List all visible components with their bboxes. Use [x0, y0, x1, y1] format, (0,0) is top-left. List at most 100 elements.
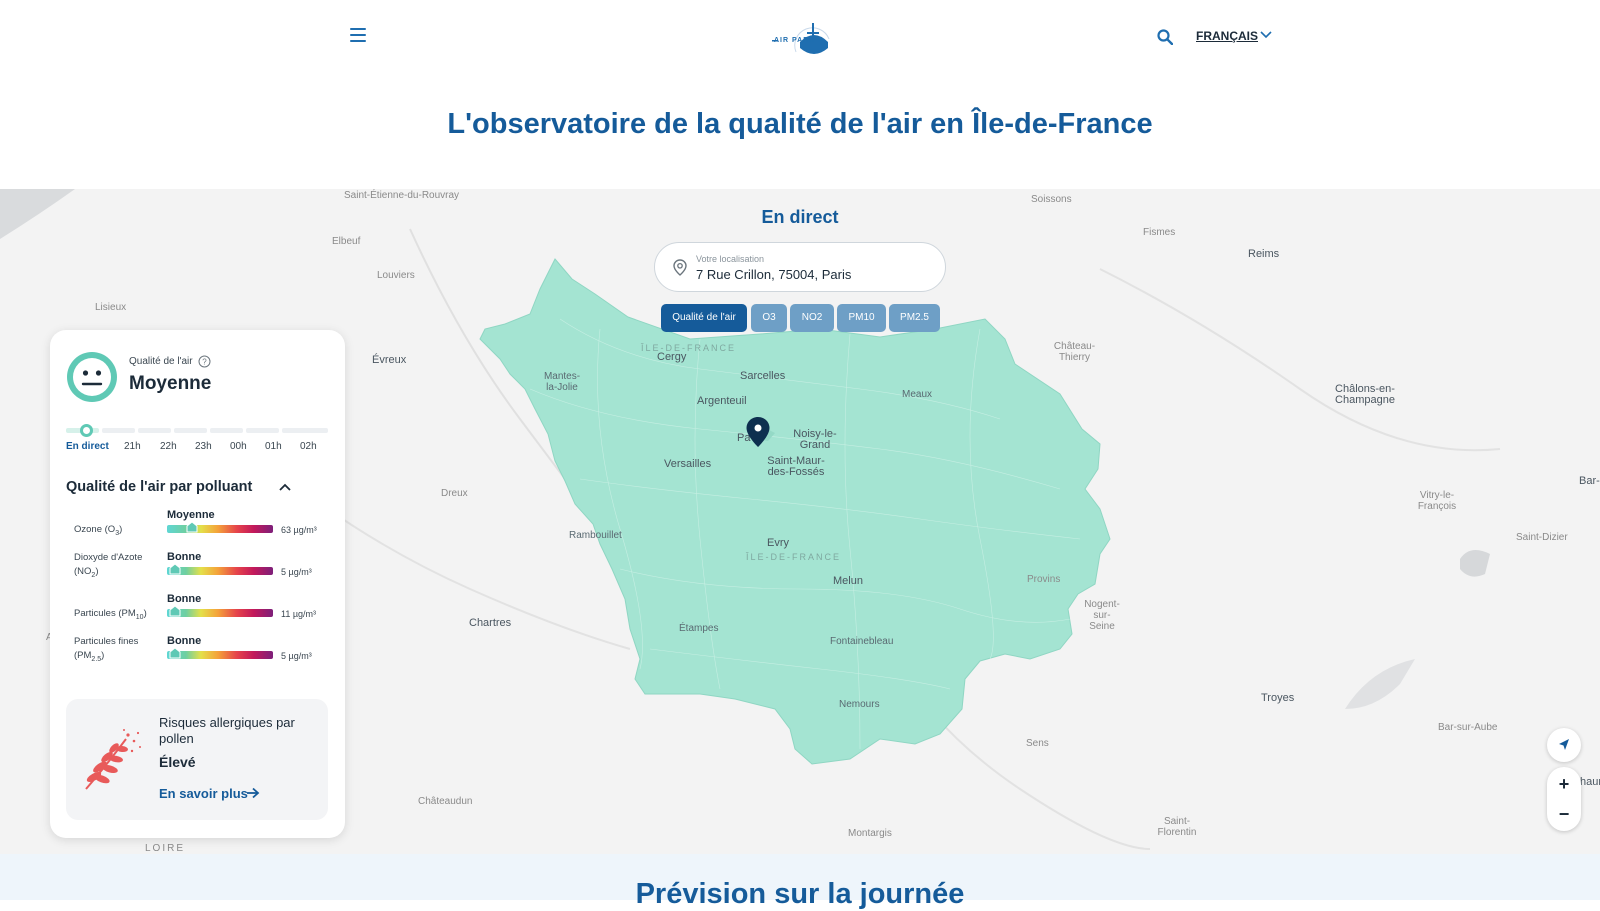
city-label: Louviers: [377, 270, 415, 281]
region-label: ÎLE-DE-FRANCE: [641, 343, 737, 353]
timeline-label[interactable]: 02h: [300, 441, 317, 452]
page-title: L'observatoire de la qualité de l'air en…: [447, 108, 1153, 140]
search-icon[interactable]: [1157, 29, 1173, 45]
pollutant-name: Dioxyde d'Azote (NO2): [74, 551, 166, 583]
location-input[interactable]: [696, 267, 926, 282]
city-label: Saint-Dizier: [1516, 532, 1568, 543]
zoom-out-button[interactable]: −: [1547, 799, 1581, 829]
pollutant-index-bar: [167, 567, 273, 575]
city-label: Troyes: [1261, 692, 1295, 704]
geolocate-button[interactable]: [1547, 728, 1581, 762]
timeline-segment: [138, 428, 171, 433]
aq-label: Qualité de l'air: [129, 356, 193, 367]
zoom-in-button[interactable]: +: [1547, 769, 1581, 799]
tab-pm25[interactable]: PM2.5: [889, 304, 940, 332]
pollutant-level: Bonne: [167, 635, 202, 647]
city-label: Saint-Florentin: [1157, 816, 1197, 838]
city-label: Lisieux: [95, 302, 127, 313]
timeline-label-live[interactable]: En direct: [66, 441, 109, 452]
timeline-handle[interactable]: [80, 424, 93, 437]
pollutant-value: 5 µg/m³: [281, 567, 312, 577]
city-label: LOIRE: [145, 843, 186, 854]
city-label: Elbeuf: [332, 236, 361, 247]
timeline-label[interactable]: 22h: [160, 441, 177, 452]
city-label: Chartres: [469, 617, 512, 629]
city-label: Noisy-le-Grand: [793, 428, 837, 451]
city-label: Châteaudun: [418, 796, 473, 807]
timeline-track: [66, 424, 328, 437]
pollutant-row: Particules (PM10) Bonne 11 µg/m³: [74, 593, 334, 633]
pollutant-row: Dioxyde d'Azote (NO2) Bonne 5 µg/m³: [74, 551, 334, 591]
pollutant-value: 11 µg/m³: [281, 609, 317, 619]
logo-text: AIR PARIF: [774, 37, 818, 44]
tab-no2[interactable]: NO2: [790, 304, 834, 332]
pollutant-row: Ozone (O3) Moyenne 63 µg/m³: [74, 509, 334, 549]
city-label: haum: [1580, 776, 1600, 788]
pollutant-value: 63 µg/m³: [281, 525, 317, 535]
pollutant-level-marker: [169, 563, 181, 575]
timeline: En direct 21h 22h 23h 00h 01h 02h: [66, 424, 328, 458]
city-label: Cergy: [657, 351, 687, 363]
language-selector[interactable]: FRANÇAIS: [1196, 29, 1258, 43]
city-label: Versailles: [664, 458, 712, 470]
city-label: Meaux: [902, 389, 933, 400]
city-label: Bar-sur-Aube: [1438, 722, 1498, 733]
airparif-logo[interactable]: AIR PARIF: [770, 18, 832, 56]
air-quality-card: Qualité de l'air ? Moyenne En direct 21h…: [50, 330, 345, 838]
tab-o3[interactable]: O3: [751, 304, 787, 332]
chevron-down-icon[interactable]: [1260, 30, 1272, 40]
city-label: Provins: [1027, 574, 1061, 585]
pollutant-name-text: Particules (PM: [74, 608, 136, 619]
svg-text:?: ?: [202, 358, 207, 367]
city-label: Fismes: [1143, 227, 1176, 238]
pollen-branch-icon: [85, 729, 141, 790]
site-header: AIR PARIF FRANÇAIS: [0, 0, 1600, 76]
chevron-up-icon[interactable]: [279, 482, 291, 492]
pollutant-name-suffix: ): [101, 650, 105, 661]
pollutant-name-suffix: ): [143, 608, 147, 619]
tab-pm10[interactable]: PM10: [837, 304, 886, 332]
timeline-label[interactable]: 21h: [124, 441, 141, 452]
city-label: Dreux: [441, 488, 468, 499]
region-label: ÎLE-DE-FRANCE: [746, 552, 842, 562]
pollutant-level-marker: [186, 521, 198, 533]
pollutant-name-text: Dioxyde d'Azote (NO: [74, 552, 143, 577]
city-label: Nemours: [839, 699, 880, 710]
city-label: Soissons: [1031, 194, 1072, 205]
pollutant-name-text: Ozone (O: [74, 524, 116, 535]
hamburger-icon[interactable]: [350, 28, 366, 42]
pollutant-name: Particules fines (PM2.5): [74, 635, 166, 667]
city-label: Rambouillet: [569, 530, 622, 541]
pollutant-name-suffix: ): [95, 566, 99, 577]
timeline-label[interactable]: 00h: [230, 441, 247, 452]
location-field[interactable]: Votre localisation: [654, 242, 946, 292]
pollutant-index-bar: [167, 609, 273, 617]
pollutant-row: Particules fines (PM2.5) Bonne 5 µg/m³: [74, 635, 334, 675]
timeline-segment: [210, 428, 243, 433]
pollutant-subscript: 10: [135, 613, 144, 621]
pollutants-header[interactable]: Qualité de l'air par polluant: [66, 479, 252, 495]
city-label: Saint-Maur-des-Fossés: [767, 455, 825, 478]
pollutant-level: Bonne: [167, 551, 202, 563]
city-label: Évreux: [372, 354, 407, 366]
pollutant-level-marker: [169, 605, 181, 617]
pollen-level: Élevé: [159, 754, 196, 770]
help-icon[interactable]: ?: [198, 355, 211, 368]
learn-more-link[interactable]: En savoir plus: [159, 786, 248, 801]
city-label: Melun: [833, 575, 863, 587]
pollutant-index-bar: [167, 651, 273, 659]
city-label: Sens: [1026, 738, 1049, 749]
timeline-label[interactable]: 01h: [265, 441, 282, 452]
pollutant-subscript: 2.5: [91, 655, 102, 663]
city-label: Châlons-en-Champagne: [1335, 383, 1395, 406]
city-label: Château-Thierry: [1053, 341, 1096, 363]
aq-value: Moyenne: [129, 373, 212, 394]
tab-air-quality[interactable]: Qualité de l'air: [661, 304, 747, 332]
timeline-label[interactable]: 23h: [195, 441, 212, 452]
arrow-right-icon[interactable]: [246, 787, 260, 799]
timeline-segment: [174, 428, 207, 433]
city-label: Nogent-sur-Seine: [1084, 599, 1120, 632]
live-title: En direct: [761, 207, 839, 227]
location-marker-icon[interactable]: [745, 416, 771, 448]
pollutant-level-marker: [169, 647, 181, 659]
